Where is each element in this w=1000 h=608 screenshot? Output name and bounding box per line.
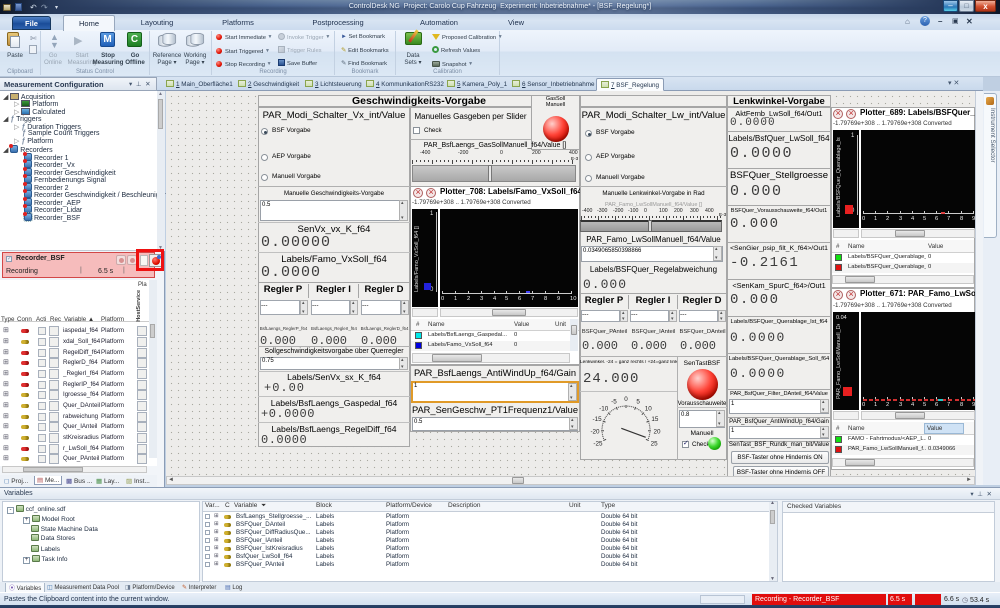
svg-text:-25: -25 [593, 440, 603, 447]
svg-text:0: 0 [624, 396, 628, 403]
svg-text:-15: -15 [593, 416, 603, 423]
svg-text:-5: -5 [611, 399, 617, 406]
svg-text:20: 20 [653, 428, 661, 435]
svg-text:-10: -10 [599, 406, 609, 413]
svg-text:5: 5 [636, 399, 640, 406]
svg-text:10: 10 [645, 406, 653, 413]
svg-text:-20: -20 [590, 428, 600, 435]
svg-text:25: 25 [651, 440, 659, 447]
svg-text:15: 15 [651, 416, 659, 423]
